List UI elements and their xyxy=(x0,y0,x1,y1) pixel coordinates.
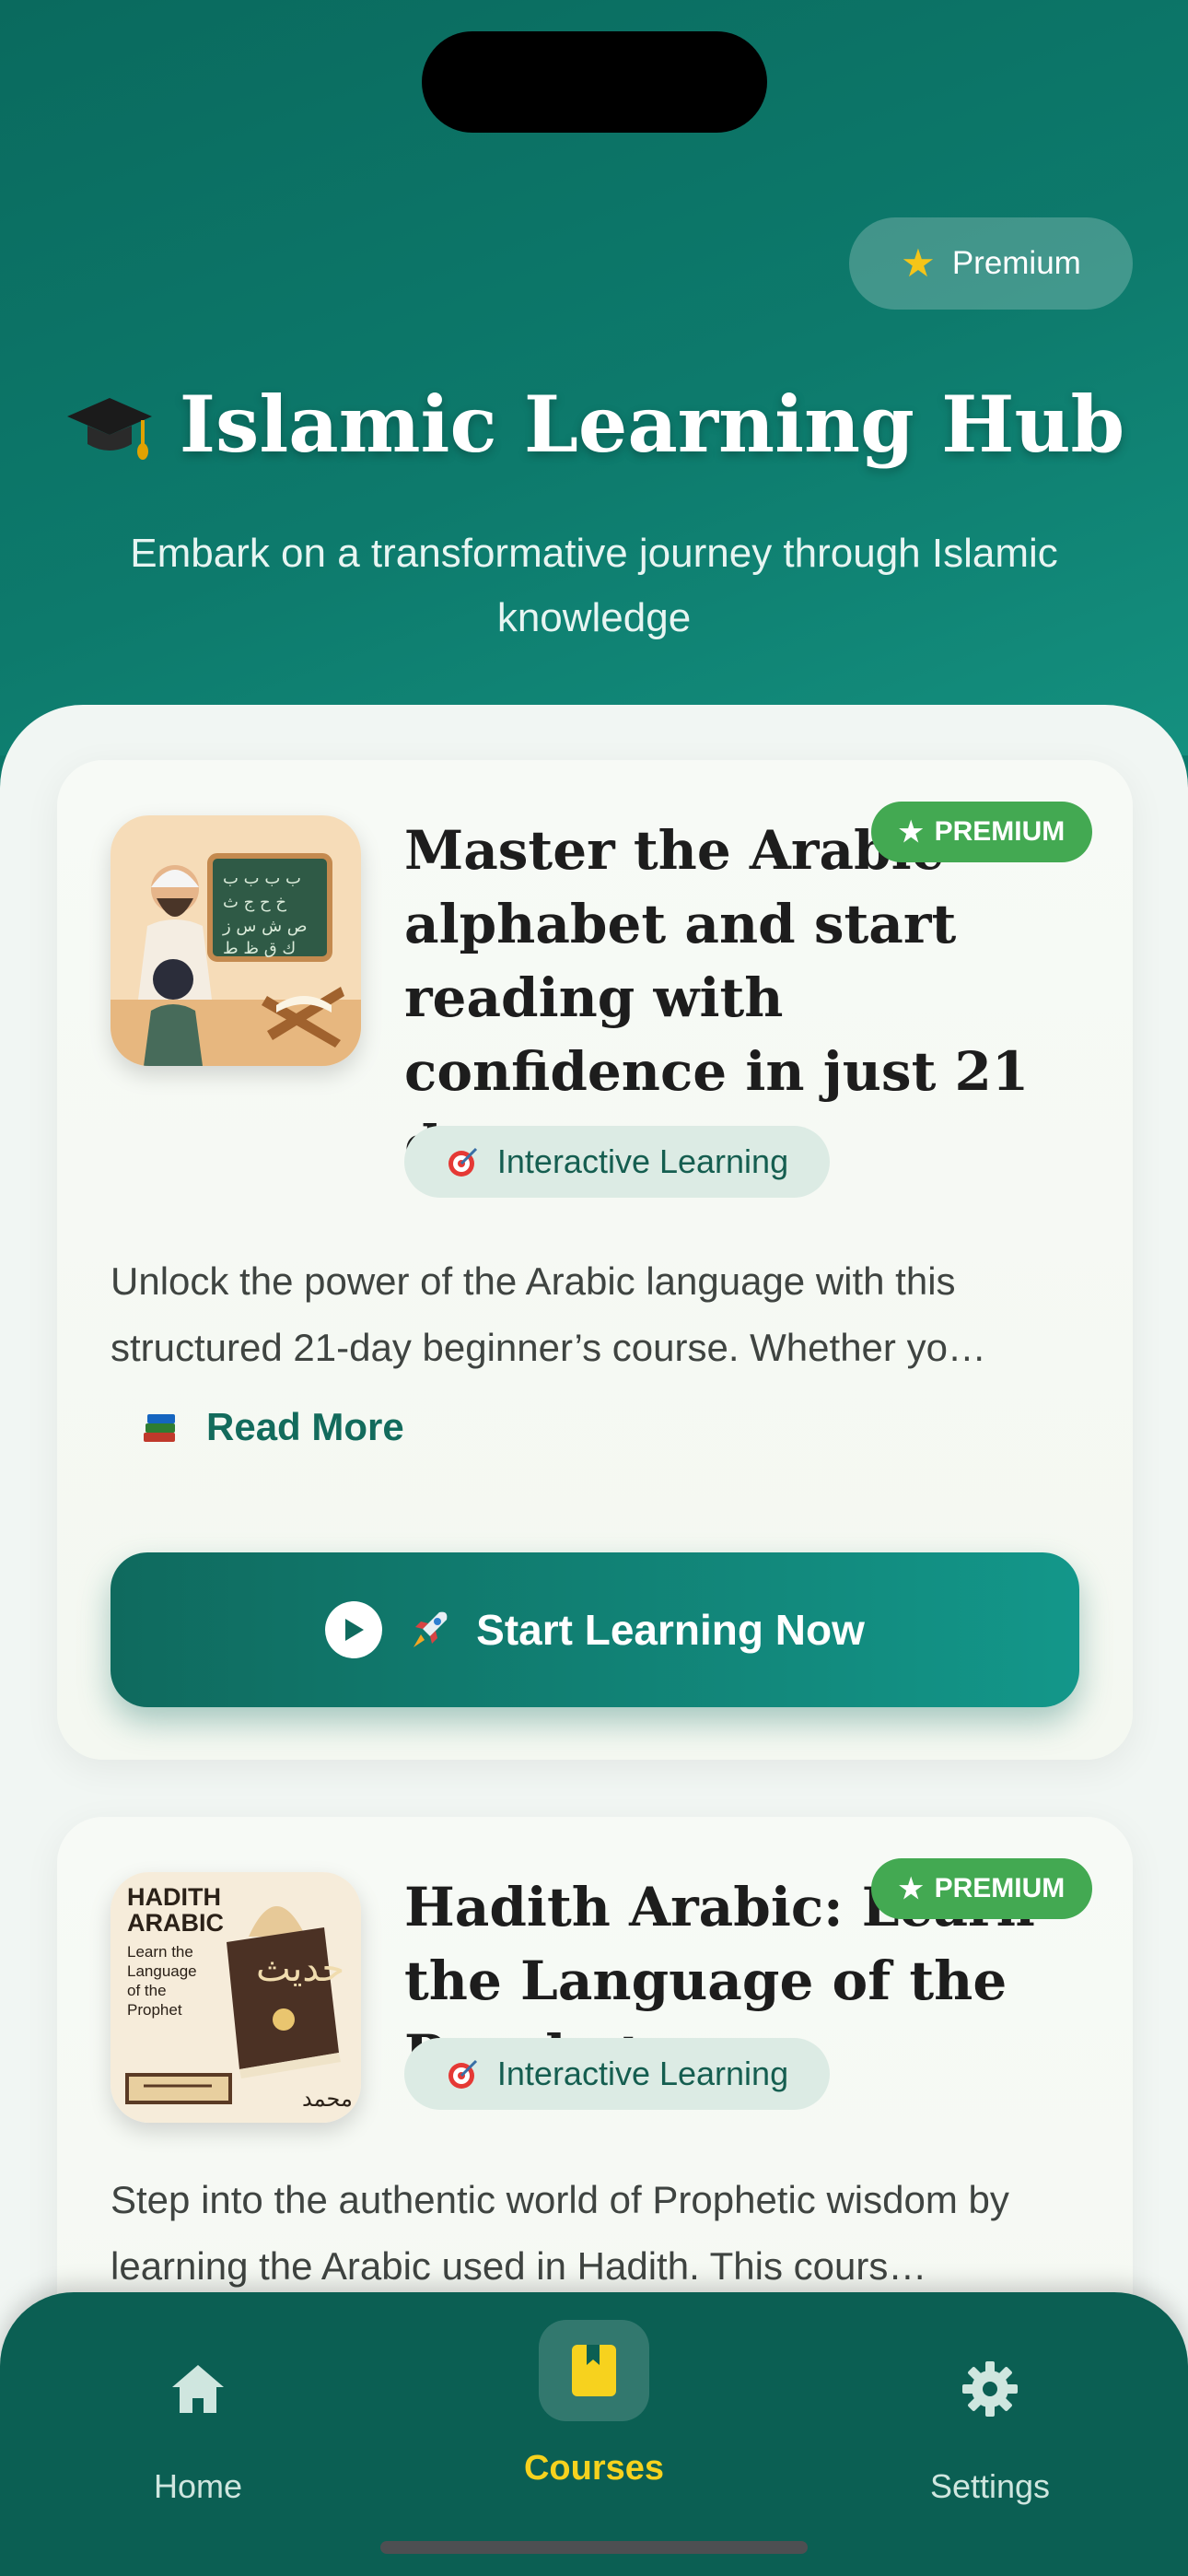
page-title: Islamic Learning Hub xyxy=(0,378,1188,470)
book-icon xyxy=(539,2320,649,2421)
tag-label: Interactive Learning xyxy=(496,1142,789,1180)
svg-text:خ ح ج ث: خ ح ج ث xyxy=(223,893,286,912)
bottom-nav: Home Courses Settings xyxy=(0,2292,1188,2576)
nav-item-courses[interactable]: Courses xyxy=(456,2320,732,2513)
svg-text:حديث: حديث xyxy=(256,1948,344,1990)
nav-label: Courses xyxy=(523,2449,665,2488)
svg-text:HADITH: HADITH xyxy=(127,1883,221,1911)
course-card[interactable]: ب ب ب ب خ ح ج ث ص ش س ز ك ق ظ ط Master t… xyxy=(57,760,1133,1760)
star-icon: ★ xyxy=(898,1873,924,1904)
svg-text:ARABIC: ARABIC xyxy=(127,1909,224,1937)
tag-chip: Interactive Learning xyxy=(404,1126,830,1198)
gear-icon xyxy=(935,2338,1045,2440)
badge-label: PREMIUM xyxy=(934,816,1066,847)
page-subtitle: Embark on a transformative journey throu… xyxy=(130,531,1058,640)
svg-text:ب ب ب ب: ب ب ب ب xyxy=(223,869,301,888)
tag-chip: Interactive Learning xyxy=(404,2038,830,2110)
home-icon xyxy=(143,2338,253,2440)
badge-label: PREMIUM xyxy=(934,1873,1066,1903)
svg-text:of the: of the xyxy=(127,1982,167,1999)
read-more-label: Read More xyxy=(206,1405,404,1448)
target-icon xyxy=(448,1147,477,1177)
dynamic-island xyxy=(422,31,767,133)
read-more-link[interactable]: Read More xyxy=(140,1405,404,1449)
premium-badge: ★ PREMIUM xyxy=(871,1858,1092,1919)
premium-badge: ★ PREMIUM xyxy=(871,802,1092,862)
cta-label: Start Learning Now xyxy=(476,1606,865,1654)
star-icon: ★ xyxy=(901,241,936,285)
course-thumbnail: ب ب ب ب خ ح ج ث ص ش س ز ك ق ظ ط xyxy=(111,815,361,1066)
rocket-icon xyxy=(413,1611,448,1647)
premium-button[interactable]: ★ Premium xyxy=(849,217,1133,310)
course-description: Step into the authentic world of Prophet… xyxy=(111,2178,1009,2288)
svg-text:محمد: محمد xyxy=(302,2086,353,2112)
nav-label: Settings xyxy=(929,2467,1051,2505)
nav-item-home[interactable]: Home xyxy=(60,2338,336,2513)
nav-label: Home xyxy=(153,2467,243,2505)
premium-label: Premium xyxy=(951,245,1081,281)
start-learning-button[interactable]: Start Learning Now xyxy=(111,1552,1079,1707)
svg-text:ص ش س ز: ص ش س ز xyxy=(222,917,308,936)
title-text: Islamic Learning Hub xyxy=(179,378,1125,470)
svg-text:ك ق ظ ط: ك ق ظ ط xyxy=(223,939,296,958)
svg-text:Prophet: Prophet xyxy=(127,2001,182,2019)
play-icon xyxy=(325,1601,383,1658)
target-icon xyxy=(448,2059,477,2089)
course-thumbnail: HADITH ARABIC Learn the Language of the … xyxy=(111,1872,361,2123)
star-icon: ★ xyxy=(898,816,924,848)
course-description: Unlock the power of the Arabic language … xyxy=(111,1259,986,1369)
nav-item-settings[interactable]: Settings xyxy=(852,2338,1128,2513)
graduation-cap-icon xyxy=(66,398,152,460)
svg-text:Learn the: Learn the xyxy=(127,1943,193,1961)
home-indicator[interactable] xyxy=(380,2541,808,2554)
books-icon xyxy=(144,1414,175,1442)
tag-label: Interactive Learning xyxy=(496,2055,789,2092)
svg-text:Language: Language xyxy=(127,1962,197,1980)
